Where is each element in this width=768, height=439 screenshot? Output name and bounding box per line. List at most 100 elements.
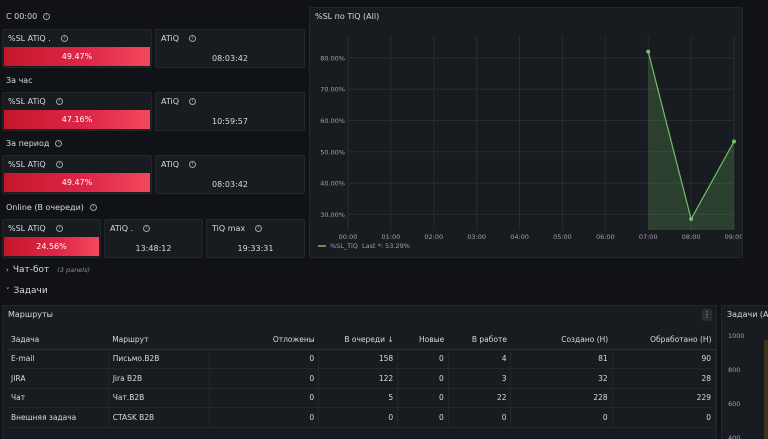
- section-title-since-midnight: С 00:00 i: [6, 12, 51, 21]
- table-row[interactable]: Внешняя задача CTASK B2B 0 0 0 0 0 0: [7, 407, 717, 428]
- table-cell: 0: [397, 407, 449, 428]
- sl-tiq-chart: 30.00% 40.00% 50.00% 60.00% 70.00% 80.00% 00:0…: [318, 36, 742, 250]
- table-cell: Чат.B2B: [108, 388, 210, 408]
- stat-value: 24.56%: [4, 237, 99, 256]
- x-tick-label: 05:00: [553, 233, 572, 241]
- section-title-per-hour: За час: [6, 76, 33, 85]
- table-cell: 32: [510, 368, 613, 389]
- table-row[interactable]: E-mail Письмо.B2B 0 158 0 4 81 90: [7, 349, 717, 369]
- info-icon[interactable]: i: [255, 225, 263, 232]
- stat-panel-sl-atiq-online[interactable]: %SL ATiQ i 24.56%: [2, 219, 101, 258]
- info-icon[interactable]: i: [60, 35, 68, 42]
- tasks-chart-panel[interactable]: Задачи (All 1000 800 600 400: [721, 305, 768, 439]
- table-cell: 0: [209, 407, 320, 428]
- y-tick-label: 30.00%: [320, 211, 345, 219]
- row-header-chatbot[interactable]: › Чат-бот (3 panels): [6, 265, 90, 275]
- stat-panel-atiq-online[interactable]: ATiQ .i 13:48:12: [104, 219, 203, 258]
- x-tick-label: 04:00: [510, 233, 529, 241]
- info-icon[interactable]: i: [89, 204, 97, 211]
- table-header: Задача Маршрут Отложены В очереди ↓ Новые В р…: [7, 330, 716, 350]
- table-cell: 22: [448, 388, 512, 408]
- stat-value: 08:03:42: [212, 180, 248, 189]
- tasks-chart-title: Задачи (All: [727, 310, 768, 319]
- series-point: [732, 139, 736, 144]
- table-cell: 0: [397, 349, 449, 369]
- info-icon[interactable]: i: [55, 225, 63, 232]
- info-icon[interactable]: i: [55, 98, 63, 105]
- info-icon[interactable]: i: [55, 140, 63, 147]
- info-icon[interactable]: i: [189, 35, 197, 42]
- x-tick-label: 06:00: [596, 233, 615, 241]
- chevron-down-icon: ˅: [6, 287, 10, 295]
- column-header[interactable]: Задача: [7, 330, 109, 350]
- tasks-y-tick: 800: [728, 366, 741, 374]
- stat-panel-atiq-hour[interactable]: ATiQ i 10:59:57: [155, 92, 305, 131]
- table-body: E-mail Письмо.B2B 0 158 0 4 81 90 JIRA Jira B2B 0 1…: [7, 349, 717, 428]
- column-header[interactable]: Обработано (Н): [612, 330, 716, 350]
- column-header[interactable]: Создано (Н): [510, 330, 613, 350]
- tasks-y-tick: 1000: [728, 332, 745, 340]
- table-cell: 3: [448, 368, 512, 389]
- info-icon[interactable]: i: [55, 161, 63, 168]
- section-title-per-period: За период i: [6, 139, 63, 148]
- panel-menu-icon[interactable]: ⋮: [702, 309, 712, 321]
- column-header[interactable]: Отложены: [209, 330, 319, 350]
- x-tick-label: 00:00: [339, 233, 358, 241]
- stat-panel-tiq-max[interactable]: TiQ max i 19:33:31: [206, 219, 305, 258]
- stat-value: 08:03:42: [212, 54, 248, 63]
- routes-title: Маршруты: [8, 310, 53, 319]
- table-cell: 0: [209, 388, 320, 408]
- table-cell: 229: [612, 388, 717, 408]
- x-tick-label: 07:00: [639, 233, 658, 241]
- table-cell: 0: [318, 407, 399, 428]
- stat-value: 49.47%: [4, 47, 150, 66]
- table-cell: 0: [397, 368, 449, 389]
- stat-value: 10:59:57: [212, 117, 248, 126]
- table-cell: 0: [209, 368, 320, 389]
- column-header[interactable]: Маршрут: [108, 330, 210, 350]
- series-point: [646, 49, 651, 54]
- info-icon[interactable]: i: [43, 13, 51, 20]
- table-cell: 122: [318, 368, 399, 389]
- stat-value: 19:33:31: [237, 244, 274, 253]
- stat-panel-sl-atiq[interactable]: %SL ATiQ .i 49.47%: [2, 29, 152, 68]
- stat-panel-sl-atiq-period[interactable]: %SL ATiQ i 49.47%: [2, 155, 152, 194]
- table-row[interactable]: JIRA Jira B2B 0 122 0 3 32 28: [7, 368, 717, 389]
- stat-value: 49.47%: [4, 173, 150, 192]
- table-cell: CTASK B2B: [108, 407, 210, 428]
- section-title-online: Online (В очереди) i: [6, 203, 97, 212]
- x-tick-label: 09:00: [725, 233, 742, 241]
- y-tick-label: 50.00%: [320, 148, 345, 156]
- chevron-right-icon: ›: [6, 266, 9, 274]
- routes-panel[interactable]: Маршруты ⋮ Задача Маршрут Отложены В очеред…: [2, 305, 717, 439]
- sl-tiq-chart-panel[interactable]: %SL по TiQ (All) 30.00% 40.00% 50.00% 60.00…: [309, 7, 743, 258]
- tasks-y-tick: 400: [728, 434, 741, 439]
- table-cell: Jira B2B: [108, 368, 210, 389]
- series-point: [689, 217, 694, 222]
- table-cell: 228: [510, 388, 613, 408]
- table-cell: JIRA: [7, 368, 109, 389]
- table-cell: 0: [397, 388, 449, 408]
- column-header[interactable]: В работе: [448, 330, 511, 350]
- column-header[interactable]: Новые: [397, 330, 449, 350]
- table-row[interactable]: Чат Чат.B2B 0 5 0 22 228 229: [7, 388, 717, 408]
- table-cell: 5: [318, 388, 399, 408]
- stat-panel-atiq-period[interactable]: ATiQ i 08:03:42: [155, 155, 305, 194]
- column-header[interactable]: В очереди ↓: [318, 330, 398, 350]
- x-tick-label: 03:00: [467, 233, 486, 241]
- stat-value: 47.16%: [4, 110, 150, 129]
- row-header-tasks[interactable]: ˅ Задачи: [6, 286, 48, 296]
- table-cell: 158: [318, 349, 399, 369]
- y-tick-label: 40.00%: [320, 180, 345, 188]
- info-icon[interactable]: i: [189, 161, 197, 168]
- stat-panel-atiq[interactable]: ATiQ i 08:03:42: [155, 29, 305, 68]
- legend-last-value: Last *: 53.29%: [362, 242, 410, 250]
- info-icon[interactable]: i: [143, 225, 151, 232]
- table-cell: 0: [448, 407, 512, 428]
- info-icon[interactable]: i: [189, 98, 197, 105]
- stat-value: 13:48:12: [135, 244, 172, 253]
- stat-panel-sl-atiq-hour[interactable]: %SL ATiQ i 47.16%: [2, 92, 152, 131]
- routes-table: Задача Маршрут Отложены В очереди ↓ Новые В р…: [7, 330, 717, 428]
- table-cell: Письмо.B2B: [108, 349, 210, 369]
- y-tick-label: 70.00%: [320, 86, 345, 94]
